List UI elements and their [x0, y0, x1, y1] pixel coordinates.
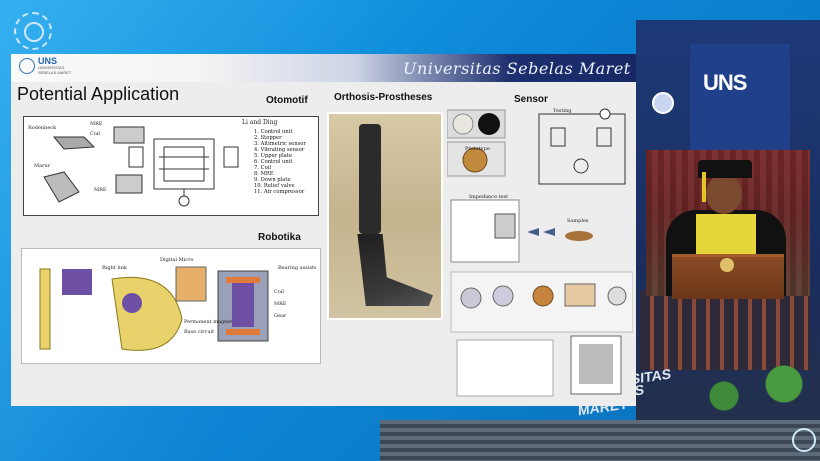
logo-sub: SEBELAS MARET [38, 70, 72, 75]
slide-header: UNS UNIVERSITAS SEBELAS MARET Universita… [11, 54, 636, 82]
otomotif-label: MRE [94, 187, 107, 193]
university-name: Universitas Sebelas Maret [403, 59, 631, 78]
section-robotika: Robotika [258, 232, 301, 243]
otomotif-label: MRE [90, 121, 103, 127]
podium-seal-icon [720, 258, 734, 272]
section-orthosis: Orthosis-Prostheses [334, 92, 433, 103]
robotika-label: Bearing assists [278, 265, 317, 271]
sensor-label: Impedance test [469, 194, 509, 200]
part-item: 11. Air compressor [254, 189, 305, 195]
slide-title: Potential Application [17, 84, 180, 104]
sensor-drawing [447, 108, 633, 397]
building-logo: UNS [703, 70, 747, 95]
building-facade [640, 290, 810, 370]
uns-seal-inner-icon [24, 22, 44, 42]
stairs [380, 420, 820, 461]
robotika-label: Right link [102, 265, 127, 271]
uns-seal-icon-corner [792, 428, 816, 452]
sensor-label: Testing [553, 108, 572, 114]
robotika-label: MRE [274, 301, 287, 307]
sensor-label: Prototype [465, 146, 490, 152]
presenter-video [646, 150, 810, 299]
section-otomotif: Otomotif [266, 95, 308, 106]
robotika-label: Coil [274, 289, 285, 295]
prosthesis-rod [359, 124, 381, 234]
robotika-label: Base circuit [184, 329, 215, 335]
robotika-label: Permanent magnet [184, 319, 233, 325]
robotika-label: Digital Micro [160, 257, 194, 263]
otomotif-label: Coil [90, 131, 101, 137]
robotika-label: Gear [274, 313, 287, 319]
sensor-diagram: Prototype Testing Impedance test Samples [447, 108, 633, 406]
trees [700, 360, 820, 420]
otomotif-parts-list: 1. Control unit 2. Stopper 3. Altimetric… [254, 129, 306, 195]
sensor-label: Samples [567, 218, 589, 224]
otomotif-diagram: Rodenbeck MRE Coil Marur MRE Li and Ding… [23, 116, 319, 216]
li-ding-label: Li and Ding [242, 119, 278, 126]
logo-name: UNS [38, 56, 58, 66]
cap-tassel [702, 172, 706, 202]
prosthesis-photo [327, 112, 443, 320]
robotika-diagram: Right link Digital Micro Bearing assists… [21, 248, 321, 364]
presentation-slide: UNS UNIVERSITAS SEBELAS MARET Universita… [11, 54, 636, 406]
uns-logo: UNS UNIVERSITAS SEBELAS MARET [19, 57, 71, 75]
section-sensor: Sensor [514, 94, 548, 105]
prosthesis-foot [357, 234, 433, 306]
otomotif-label: Marur [34, 163, 51, 169]
uns-logo-icon [19, 58, 35, 74]
building-seal-icon [652, 92, 674, 114]
presenter-head [706, 174, 742, 214]
graduation-cap [698, 160, 752, 178]
otomotif-label: Rodenbeck [28, 125, 57, 131]
building-tower [690, 44, 790, 164]
